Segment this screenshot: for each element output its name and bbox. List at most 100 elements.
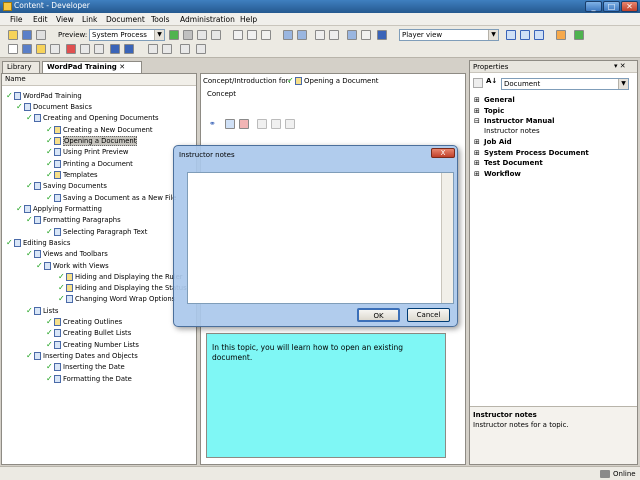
import-icon[interactable] (22, 44, 32, 54)
property-instructor-notes[interactable]: Instructor notes (484, 127, 540, 135)
folder-icon[interactable] (36, 44, 46, 54)
delete-icon[interactable] (66, 44, 76, 54)
tree-item[interactable]: ✓ Changing Word Wrap Options (58, 294, 175, 304)
group-job-aid[interactable]: Job Aid (484, 138, 512, 146)
find-icon[interactable] (233, 30, 243, 40)
help-icon[interactable] (377, 30, 387, 40)
tree-item[interactable]: ✓ Applying Formatting (16, 204, 102, 214)
copy-icon[interactable] (197, 30, 207, 40)
group-topic[interactable]: Topic (484, 107, 504, 115)
tree-item[interactable]: ✓ Saving a Document as a New File (46, 193, 176, 203)
expand-icon[interactable]: ⊞ (474, 138, 480, 146)
tree-item[interactable]: ✓ Creating a New Document (46, 125, 153, 135)
binoculars-icon[interactable] (347, 30, 357, 40)
check-out-icon[interactable] (196, 44, 206, 54)
tree-item[interactable]: ✓ Views and Toolbars (26, 249, 108, 259)
edit-icon[interactable] (257, 119, 267, 129)
tree-item[interactable]: ✓ Editing Basics (6, 238, 70, 248)
collapse-icon[interactable] (162, 44, 172, 54)
layout-one-icon[interactable] (506, 30, 516, 40)
link-icon[interactable]: ⚭ (209, 119, 221, 128)
layout-three-icon[interactable] (534, 30, 544, 40)
undo-icon[interactable] (283, 30, 293, 40)
close-button[interactable]: ✕ (621, 1, 638, 12)
play-icon[interactable] (169, 30, 179, 40)
menu-document[interactable]: Document (106, 15, 145, 24)
column-header-name[interactable]: Name (2, 74, 196, 86)
group-general[interactable]: General (484, 96, 515, 104)
close-icon[interactable]: ✕ (119, 63, 125, 71)
menu-link[interactable]: Link (82, 15, 97, 24)
doc-icon[interactable] (8, 44, 18, 54)
tree-item[interactable]: ✓ Inserting the Date (46, 362, 125, 372)
tree-item[interactable]: ✓ Lists (26, 306, 58, 316)
menu-view[interactable]: View (56, 15, 74, 24)
tree-item[interactable]: ✓ Saving Documents (26, 181, 107, 191)
ok-button[interactable]: OK (357, 308, 400, 322)
move-up-icon[interactable] (110, 44, 120, 54)
indent-icon[interactable] (315, 30, 325, 40)
tree-item[interactable]: ✓ Creating Bullet Lists (46, 328, 131, 338)
save-icon[interactable] (22, 30, 32, 40)
expand-icon[interactable]: ⊞ (474, 170, 480, 178)
new-icon[interactable] (8, 30, 18, 40)
preview-icon[interactable] (285, 119, 295, 129)
expand-icon[interactable]: ⊞ (474, 149, 480, 157)
expand-icon[interactable] (148, 44, 158, 54)
maximize-button[interactable]: □ (603, 1, 620, 12)
pane-close-icon[interactable]: ▾ ✕ (614, 62, 626, 70)
outdent-icon[interactable] (329, 30, 339, 40)
tree-item[interactable]: ✓ Creating Outlines (46, 317, 122, 327)
group-system-process-document[interactable]: System Process Document (484, 149, 589, 157)
cut-doc-icon[interactable] (80, 44, 90, 54)
dialog-scrollbar[interactable] (441, 173, 453, 303)
preview-select[interactable]: System Process ▼ (89, 29, 165, 41)
settings-icon[interactable] (271, 119, 281, 129)
group-test-document[interactable]: Test Document (484, 159, 543, 167)
instructor-notes-textarea[interactable] (187, 172, 454, 304)
minimize-button[interactable]: _ (585, 1, 602, 12)
tree-item[interactable]: ✓ Document Basics (16, 102, 92, 112)
tree-item[interactable]: ✓ Selecting Paragraph Text (46, 227, 147, 237)
menu-edit[interactable]: Edit (33, 15, 48, 24)
tree-item[interactable]: ✓ Creating Number Lists (46, 340, 139, 350)
copy-doc-icon[interactable] (94, 44, 104, 54)
cancel-button[interactable]: Cancel (407, 308, 450, 322)
tree-item[interactable]: ✓ Inserting Dates and Objects (26, 351, 138, 361)
menu-administration[interactable]: Administration (180, 15, 235, 24)
layout-two-icon[interactable] (520, 30, 530, 40)
dialog-close-button[interactable]: X (431, 148, 455, 158)
tree-item[interactable]: ✓ Using Print Preview (46, 147, 128, 157)
tree-item[interactable]: ✓ Templates (46, 170, 98, 180)
check-in-icon[interactable] (180, 44, 190, 54)
attach-icon[interactable] (225, 119, 235, 129)
menu-file[interactable]: File (10, 15, 23, 24)
tree-item-selected[interactable]: ✓ Opening a Document (46, 136, 138, 146)
cut-icon[interactable] (183, 30, 193, 40)
view-select[interactable]: Player view ▼ (399, 29, 499, 41)
group-workflow[interactable]: Workflow (484, 170, 521, 178)
tree-item[interactable]: ✓ Hiding and Displaying the Ruler (58, 272, 183, 282)
tree-item[interactable]: ✓ Work with Views (36, 261, 109, 271)
tree-item[interactable]: ✓ Printing a Document (46, 159, 133, 169)
tab-wordpad-training[interactable]: WordPad Training ✕ (42, 61, 142, 73)
property-object-select[interactable]: Document ▼ (501, 78, 629, 90)
move-down-icon[interactable] (124, 44, 134, 54)
expand-icon[interactable]: ⊞ (474, 159, 480, 167)
sort-icon[interactable]: A↓ (486, 77, 497, 85)
expand-icon[interactable]: ⊞ (474, 96, 480, 104)
paste-icon[interactable] (211, 30, 221, 40)
menu-tools[interactable]: Tools (151, 15, 169, 24)
expand-icon[interactable]: ⊞ (474, 107, 480, 115)
tree-item[interactable]: ✓ Hiding and Displaying the Status (58, 283, 187, 293)
categorized-icon[interactable] (473, 78, 483, 88)
print-icon[interactable] (36, 30, 46, 40)
tree-item[interactable]: ✓ Formatting Paragraphs (26, 215, 121, 225)
redo-icon[interactable] (297, 30, 307, 40)
properties-icon[interactable] (50, 44, 60, 54)
publish-icon[interactable] (556, 30, 566, 40)
menu-help[interactable]: Help (240, 15, 257, 24)
tree-item[interactable]: ✓ Creating and Opening Documents (26, 113, 159, 123)
tree-item[interactable]: ✓ Formatting the Date (46, 374, 132, 384)
tab-library[interactable]: Library (2, 61, 40, 73)
